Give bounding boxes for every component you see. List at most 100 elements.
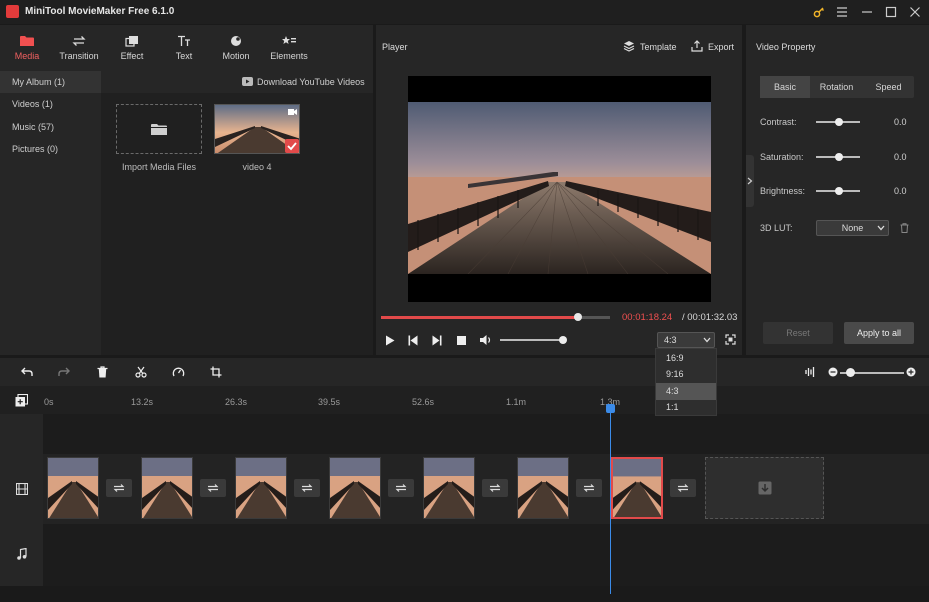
- playback-progress[interactable]: [381, 313, 610, 321]
- volume-handle[interactable]: [558, 336, 567, 344]
- app-title: MiniTool MovieMaker Free 6.1.0: [25, 6, 175, 17]
- album-item-my-album[interactable]: My Album (1): [0, 71, 101, 93]
- trash-icon[interactable]: [900, 223, 909, 233]
- tab-elements[interactable]: Elements: [263, 25, 315, 71]
- album-item-videos[interactable]: Videos (1): [0, 93, 101, 115]
- video-camera-icon: [288, 109, 297, 115]
- player-panel: Player Template Export 00:01:18.24 / 00:…: [376, 25, 742, 355]
- empty-track: [0, 414, 929, 454]
- ratio-option-9-16[interactable]: 9:16: [656, 366, 716, 383]
- media-panel: Media Transition Effect Text Motion Elem…: [0, 25, 373, 355]
- timeline-clip[interactable]: [47, 457, 99, 519]
- video-property-panel: Video Property Basic Rotation Speed Cont…: [746, 25, 929, 355]
- volume-icon[interactable]: [479, 334, 492, 346]
- timeline-clip[interactable]: [141, 457, 193, 519]
- redo-icon[interactable]: [58, 367, 70, 377]
- tab-media[interactable]: Media: [1, 25, 53, 71]
- split-icon[interactable]: [135, 366, 147, 378]
- music-note-icon: [17, 548, 27, 560]
- ruler-tick: 1.1m: [506, 397, 527, 407]
- transition-slot[interactable]: [200, 479, 226, 497]
- transition-icon: [677, 484, 689, 492]
- ratio-option-1-1[interactable]: 1:1: [656, 399, 716, 416]
- tab-label: Transition: [59, 51, 99, 61]
- reset-button[interactable]: Reset: [763, 322, 833, 344]
- template-button[interactable]: Template: [640, 42, 677, 52]
- volume-slider[interactable]: [500, 339, 566, 341]
- transition-icon: [395, 484, 407, 492]
- tab-label: Effect: [120, 51, 144, 61]
- next-frame-icon[interactable]: [432, 335, 442, 346]
- stop-icon[interactable]: [457, 336, 466, 345]
- menu-icon[interactable]: [831, 3, 853, 21]
- ratio-option-16-9[interactable]: 16:9: [656, 350, 716, 367]
- timeline-clip[interactable]: [423, 457, 475, 519]
- collapse-panel-handle[interactable]: [746, 155, 754, 207]
- timeline-clip[interactable]: [329, 457, 381, 519]
- album-item-music[interactable]: Music (57): [0, 116, 101, 138]
- saturation-value: 0.0: [894, 152, 907, 162]
- add-track-icon[interactable]: [15, 394, 28, 407]
- download-arrow-icon: [758, 481, 771, 495]
- zoom-in-icon[interactable]: [906, 367, 916, 377]
- timeline-clip[interactable]: [235, 457, 287, 519]
- transition-slot[interactable]: [294, 479, 320, 497]
- lut-select[interactable]: None: [816, 220, 889, 236]
- previous-frame-icon[interactable]: [408, 335, 418, 346]
- aspect-ratio-select[interactable]: 4:3: [657, 332, 715, 348]
- ratio-option-4-3[interactable]: 4:3: [656, 383, 716, 400]
- minimize-icon[interactable]: [856, 3, 878, 21]
- speed-icon[interactable]: [172, 366, 185, 378]
- tab-text[interactable]: Text: [158, 25, 210, 71]
- transition-slot[interactable]: [670, 479, 696, 497]
- timeline-clip-selected[interactable]: [611, 457, 663, 519]
- youtube-icon: [242, 77, 253, 86]
- progress-handle[interactable]: [573, 313, 582, 321]
- maximize-icon[interactable]: [880, 3, 902, 21]
- chevron-down-icon: [703, 337, 711, 343]
- zoom-out-icon[interactable]: [828, 367, 838, 377]
- tab-basic[interactable]: Basic: [760, 76, 810, 98]
- album-sidebar: My Album (1) Videos (1) Music (57) Pictu…: [0, 71, 101, 355]
- tab-rotation[interactable]: Rotation: [811, 76, 862, 98]
- motion-icon: [231, 36, 241, 46]
- crop-icon[interactable]: [210, 366, 222, 378]
- import-media-button[interactable]: [116, 104, 202, 154]
- selected-check-icon: [285, 139, 299, 153]
- timeline-clip[interactable]: [517, 457, 569, 519]
- video-thumbnail[interactable]: [214, 104, 300, 154]
- zoom-handle[interactable]: [846, 368, 855, 377]
- ruler-tick: 26.3s: [225, 397, 248, 407]
- play-icon[interactable]: [385, 335, 395, 346]
- brightness-handle[interactable]: [835, 187, 843, 195]
- tab-motion[interactable]: Motion: [210, 25, 262, 71]
- tab-speed[interactable]: Speed: [863, 76, 914, 98]
- tab-effect[interactable]: Effect: [106, 25, 158, 71]
- drop-media-area[interactable]: [705, 457, 824, 519]
- transition-slot[interactable]: [482, 479, 508, 497]
- export-button[interactable]: Export: [708, 42, 734, 52]
- transition-slot[interactable]: [106, 479, 132, 497]
- album-item-pictures[interactable]: Pictures (0): [0, 138, 101, 160]
- track-header: [0, 414, 43, 586]
- total-time: / 00:01:32.03: [682, 312, 738, 323]
- undo-icon[interactable]: [21, 367, 33, 377]
- delete-icon[interactable]: [97, 366, 108, 378]
- audio-wave-icon[interactable]: [804, 366, 816, 378]
- saturation-handle[interactable]: [835, 153, 843, 161]
- fullscreen-icon[interactable]: [725, 334, 736, 345]
- tab-transition[interactable]: Transition: [53, 25, 105, 71]
- download-youtube-link[interactable]: Download YouTube Videos: [257, 77, 365, 87]
- playhead-line[interactable]: [610, 408, 611, 594]
- elements-icon: [282, 36, 296, 44]
- transition-slot[interactable]: [388, 479, 414, 497]
- timeline-ruler[interactable]: 0s 13.2s 26.3s 39.5s 52.6s 1.1m 1.3m 1: [0, 386, 929, 414]
- audio-track: [0, 524, 929, 586]
- playhead-handle[interactable]: [606, 404, 615, 413]
- contrast-handle[interactable]: [835, 118, 843, 126]
- apply-to-all-button[interactable]: Apply to all: [844, 322, 914, 344]
- property-tabs: Basic Rotation Speed: [760, 76, 914, 98]
- key-icon[interactable]: [808, 3, 830, 21]
- transition-slot[interactable]: [576, 479, 602, 497]
- close-icon[interactable]: [904, 3, 926, 21]
